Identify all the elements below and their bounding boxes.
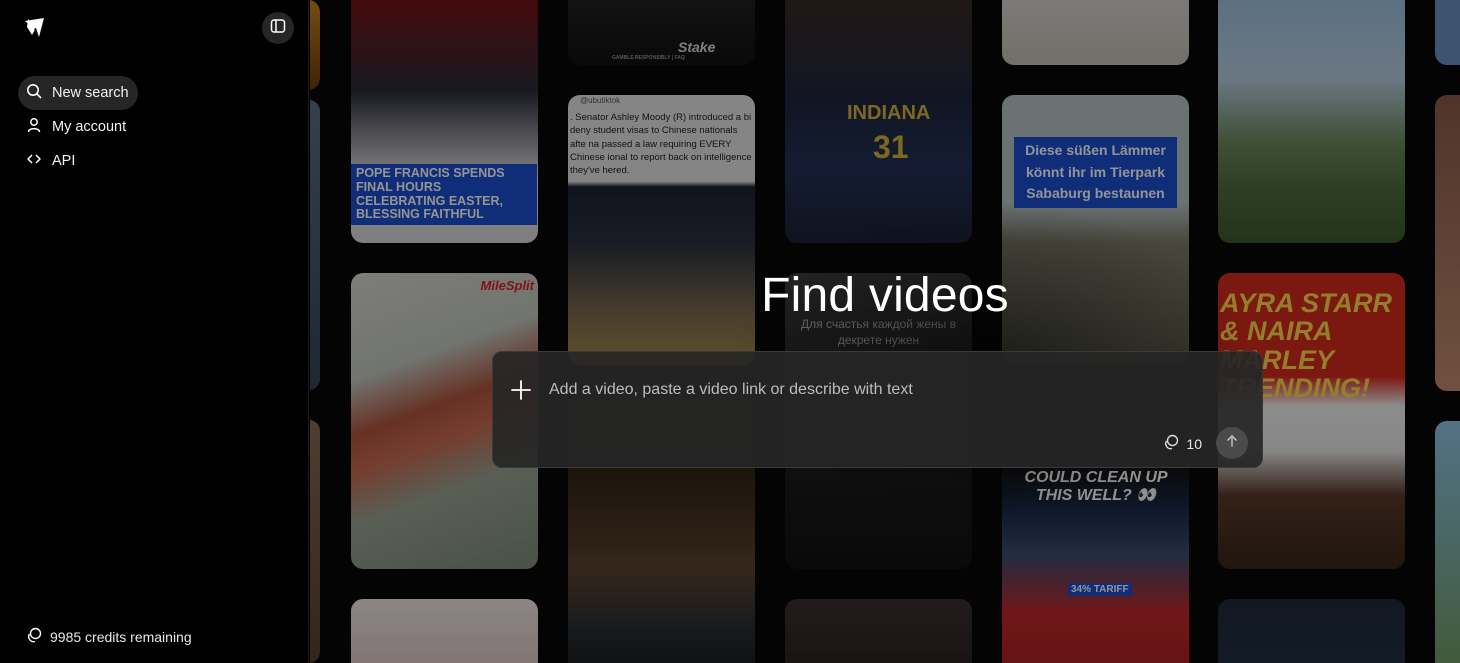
paper-plane-logo-icon[interactable]	[22, 15, 48, 41]
nav-label: New search	[52, 85, 129, 101]
video-thumbnail[interactable]	[310, 420, 320, 663]
credits-remaining: 9985 credits remaining	[26, 627, 192, 646]
nav-label: My account	[52, 119, 127, 135]
nav-new-search[interactable]: New search	[18, 76, 138, 110]
submit-search-button[interactable]	[1216, 427, 1248, 459]
caption-stake: Stake	[678, 39, 716, 55]
caption-indiana: INDIANA	[847, 102, 931, 124]
video-thumbnail[interactable]	[1435, 421, 1460, 663]
main-area: POPE FRANCIS SPENDS FINAL HOURS CELEBRAT…	[310, 0, 1460, 663]
video-thumbnail[interactable]	[785, 599, 972, 663]
credits-icon	[26, 627, 42, 646]
search-icon	[26, 83, 42, 103]
caption-tariff: 34% TARIFF	[1068, 583, 1132, 596]
nav-label: API	[52, 153, 76, 169]
video-thumbnail[interactable]	[351, 599, 538, 663]
caption-could-clean: COULD CLEAN UP THIS WELL? 👀	[1024, 469, 1168, 504]
video-thumbnail[interactable]	[1002, 0, 1189, 65]
video-thumbnail[interactable]: Stake GAMBLE RESPONSIBLY | FAQ	[568, 0, 755, 65]
search-cost: 10	[1163, 434, 1202, 453]
caption-laemmer: Diese süßen Lämmer könnt ihr im Tierpark…	[1014, 137, 1177, 209]
caption-handle: @ubutiktok	[580, 96, 621, 105]
sidebar: New search My account API 9985 credits r…	[0, 0, 309, 663]
credits-icon	[1163, 434, 1179, 453]
search-cost-value: 10	[1186, 435, 1202, 452]
arrow-up-icon	[1225, 434, 1239, 453]
user-icon	[26, 117, 42, 137]
caption-31: 31	[873, 129, 909, 165]
sidebar-nav: New search My account API	[18, 76, 278, 178]
video-thumbnail[interactable]: @ubutiktok . Senator Ashley Moody (R) in…	[568, 95, 755, 365]
caption-gamble: GAMBLE RESPONSIBLY | FAQ	[612, 55, 685, 61]
video-thumbnail[interactable]: Diese süßen Lämmer könnt ihr im Tierpark…	[1002, 95, 1189, 365]
video-thumbnail[interactable]: INDIANA 31	[785, 0, 972, 243]
credits-label: 9985 credits remaining	[50, 628, 192, 645]
page-title: Find videos	[761, 269, 1009, 322]
video-thumbnail[interactable]	[310, 0, 320, 90]
video-thumbnail[interactable]	[1435, 95, 1460, 391]
nav-my-account[interactable]: My account	[18, 110, 135, 144]
search-box: 10	[492, 351, 1263, 468]
search-input[interactable]	[549, 378, 1209, 402]
sidebar-toggle-icon	[270, 18, 286, 39]
video-thumbnail[interactable]	[1218, 599, 1405, 663]
code-icon	[26, 151, 42, 171]
sidebar-toggle-button[interactable]	[262, 12, 294, 44]
video-thumbnail[interactable]: POPE FRANCIS SPENDS FINAL HOURS CELEBRAT…	[351, 0, 538, 243]
video-thumbnail[interactable]	[1435, 0, 1460, 65]
add-video-button[interactable]	[509, 378, 533, 402]
plus-icon	[509, 380, 533, 406]
caption-senator: . Senator Ashley Moody (R) introduced a …	[570, 112, 752, 177]
caption-pope-francis: POPE FRANCIS SPENDS FINAL HOURS CELEBRAT…	[351, 164, 537, 225]
video-thumbnail[interactable]	[310, 100, 320, 390]
video-thumbnail[interactable]	[1218, 0, 1405, 243]
nav-api[interactable]: API	[18, 144, 84, 178]
